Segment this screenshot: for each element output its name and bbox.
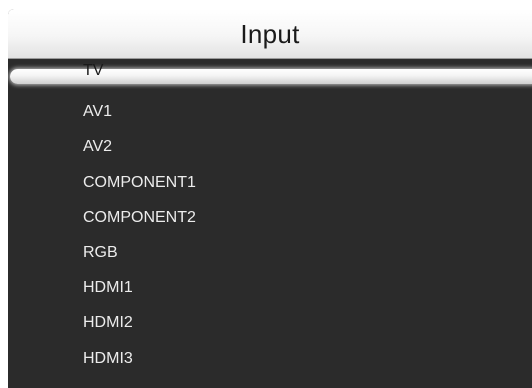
input-option-tv[interactable]: TV bbox=[8, 59, 532, 94]
input-option-label: HDMI3 bbox=[83, 349, 133, 367]
input-option-hdmi3[interactable]: HDMI3 bbox=[8, 341, 532, 376]
input-option-label: HDMI2 bbox=[83, 314, 133, 332]
input-option-rgb[interactable]: RGB bbox=[8, 235, 532, 270]
input-option-label: TV bbox=[83, 62, 104, 79]
input-option-av2[interactable]: AV2 bbox=[8, 129, 532, 164]
input-option-label: RGB bbox=[83, 243, 118, 261]
input-option-component2[interactable]: COMPONENT2 bbox=[8, 200, 532, 235]
input-source-list: TV AV1 AV2 COMPONENT1 COMPONENT2 RGB HDM… bbox=[8, 59, 532, 376]
input-option-label: AV2 bbox=[83, 138, 113, 156]
input-option-label: HDMI1 bbox=[83, 279, 133, 297]
input-option-component1[interactable]: COMPONENT1 bbox=[8, 165, 532, 200]
input-source-menu: Input TV AV1 AV2 COMPONENT1 COMPONENT2 R… bbox=[8, 9, 532, 388]
menu-title: Input bbox=[240, 19, 300, 49]
input-option-label: COMPONENT2 bbox=[83, 208, 196, 226]
input-option-av1[interactable]: AV1 bbox=[8, 94, 532, 129]
input-option-hdmi2[interactable]: HDMI2 bbox=[8, 305, 532, 340]
input-option-label: COMPONENT1 bbox=[83, 173, 196, 191]
input-option-label: AV1 bbox=[83, 103, 113, 121]
menu-header: Input bbox=[8, 9, 532, 59]
input-option-hdmi1[interactable]: HDMI1 bbox=[8, 270, 532, 305]
